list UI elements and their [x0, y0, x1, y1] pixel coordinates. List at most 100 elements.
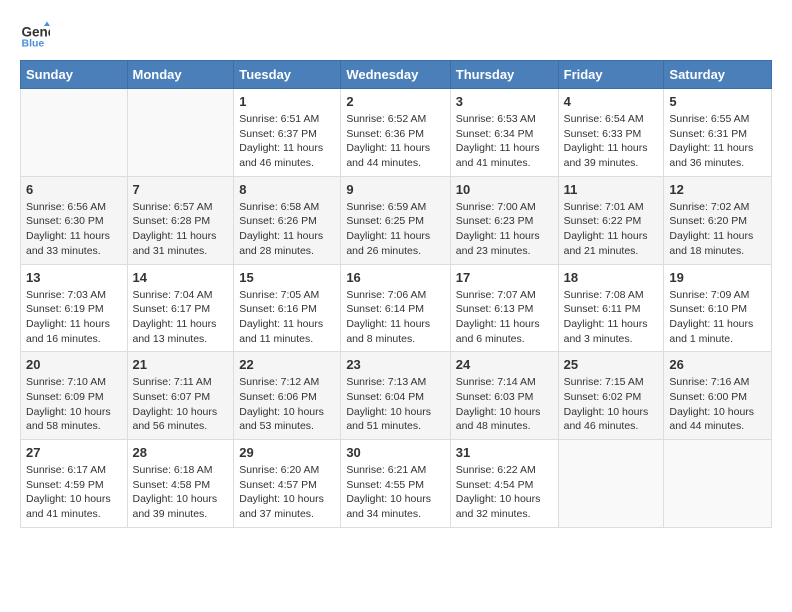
calendar-cell: 2 Sunrise: 6:52 AM Sunset: 6:36 PM Daylig…: [341, 89, 450, 177]
day-number: 12: [669, 182, 766, 197]
calendar-cell: 3 Sunrise: 6:53 AM Sunset: 6:34 PM Daylig…: [450, 89, 558, 177]
header-cell-thursday: Thursday: [450, 61, 558, 89]
calendar-cell: 1 Sunrise: 6:51 AM Sunset: 6:37 PM Daylig…: [234, 89, 341, 177]
day-number: 23: [346, 357, 444, 372]
calendar-cell: 7 Sunrise: 6:57 AM Sunset: 6:28 PM Daylig…: [127, 176, 234, 264]
day-info: Sunrise: 6:18 AM Sunset: 4:58 PM Dayligh…: [133, 463, 229, 522]
day-number: 11: [564, 182, 659, 197]
day-info: Sunrise: 7:11 AM Sunset: 6:07 PM Dayligh…: [133, 375, 229, 434]
calendar-cell: 11 Sunrise: 7:01 AM Sunset: 6:22 PM Dayli…: [558, 176, 664, 264]
day-info: Sunrise: 7:16 AM Sunset: 6:00 PM Dayligh…: [669, 375, 766, 434]
day-number: 22: [239, 357, 335, 372]
calendar-cell: [127, 89, 234, 177]
day-info: Sunrise: 7:05 AM Sunset: 6:16 PM Dayligh…: [239, 288, 335, 347]
calendar-body: 1 Sunrise: 6:51 AM Sunset: 6:37 PM Daylig…: [21, 89, 772, 528]
day-info: Sunrise: 7:10 AM Sunset: 6:09 PM Dayligh…: [26, 375, 122, 434]
calendar-cell: 8 Sunrise: 6:58 AM Sunset: 6:26 PM Daylig…: [234, 176, 341, 264]
day-number: 27: [26, 445, 122, 460]
day-number: 29: [239, 445, 335, 460]
header-cell-wednesday: Wednesday: [341, 61, 450, 89]
calendar-cell: 14 Sunrise: 7:04 AM Sunset: 6:17 PM Dayli…: [127, 264, 234, 352]
logo-icon: General Blue: [20, 20, 50, 50]
calendar-cell: 23Sunrise: 7:13 AM Sunset: 6:04 PM Dayli…: [341, 352, 450, 440]
header-cell-sunday: Sunday: [21, 61, 128, 89]
calendar-row: 27 Sunrise: 6:17 AM Sunset: 4:59 PM Dayli…: [21, 440, 772, 528]
day-number: 16: [346, 270, 444, 285]
calendar-cell: 21 Sunrise: 7:11 AM Sunset: 6:07 PM Dayli…: [127, 352, 234, 440]
calendar-table: SundayMondayTuesdayWednesdayThursdayFrid…: [20, 60, 772, 528]
day-info: Sunrise: 6:58 AM Sunset: 6:26 PM Dayligh…: [239, 200, 335, 259]
day-number: 14: [133, 270, 229, 285]
calendar-cell: 19Sunrise: 7:09 AM Sunset: 6:10 PM Dayli…: [664, 264, 772, 352]
day-number: 17: [456, 270, 553, 285]
calendar-cell: 4 Sunrise: 6:54 AM Sunset: 6:33 PM Daylig…: [558, 89, 664, 177]
calendar-cell: 25Sunrise: 7:15 AM Sunset: 6:02 PM Dayli…: [558, 352, 664, 440]
calendar-cell: 17Sunrise: 7:07 AM Sunset: 6:13 PM Dayli…: [450, 264, 558, 352]
day-number: 31: [456, 445, 553, 460]
day-info: Sunrise: 7:09 AM Sunset: 6:10 PM Dayligh…: [669, 288, 766, 347]
page-header: General Blue: [20, 20, 772, 50]
day-info: Sunrise: 6:59 AM Sunset: 6:25 PM Dayligh…: [346, 200, 444, 259]
calendar-cell: [21, 89, 128, 177]
day-info: Sunrise: 7:00 AM Sunset: 6:23 PM Dayligh…: [456, 200, 553, 259]
day-number: 6: [26, 182, 122, 197]
day-number: 7: [133, 182, 229, 197]
day-info: Sunrise: 7:08 AM Sunset: 6:11 PM Dayligh…: [564, 288, 659, 347]
day-info: Sunrise: 6:51 AM Sunset: 6:37 PM Dayligh…: [239, 112, 335, 171]
day-info: Sunrise: 6:22 AM Sunset: 4:54 PM Dayligh…: [456, 463, 553, 522]
calendar-cell: 13Sunrise: 7:03 AM Sunset: 6:19 PM Dayli…: [21, 264, 128, 352]
day-info: Sunrise: 6:57 AM Sunset: 6:28 PM Dayligh…: [133, 200, 229, 259]
day-number: 18: [564, 270, 659, 285]
day-number: 4: [564, 94, 659, 109]
day-info: Sunrise: 7:06 AM Sunset: 6:14 PM Dayligh…: [346, 288, 444, 347]
calendar-cell: 20Sunrise: 7:10 AM Sunset: 6:09 PM Dayli…: [21, 352, 128, 440]
day-number: 30: [346, 445, 444, 460]
header-cell-saturday: Saturday: [664, 61, 772, 89]
day-info: Sunrise: 6:56 AM Sunset: 6:30 PM Dayligh…: [26, 200, 122, 259]
day-info: Sunrise: 6:53 AM Sunset: 6:34 PM Dayligh…: [456, 112, 553, 171]
logo: General Blue: [20, 20, 54, 50]
calendar-cell: 31 Sunrise: 6:22 AM Sunset: 4:54 PM Dayli…: [450, 440, 558, 528]
day-number: 8: [239, 182, 335, 197]
calendar-row: 6 Sunrise: 6:56 AM Sunset: 6:30 PM Daylig…: [21, 176, 772, 264]
day-number: 21: [133, 357, 229, 372]
calendar-cell: 29 Sunrise: 6:20 AM Sunset: 4:57 PM Dayli…: [234, 440, 341, 528]
day-info: Sunrise: 7:12 AM Sunset: 6:06 PM Dayligh…: [239, 375, 335, 434]
day-number: 1: [239, 94, 335, 109]
day-number: 26: [669, 357, 766, 372]
calendar-cell: 22 Sunrise: 7:12 AM Sunset: 6:06 PM Dayli…: [234, 352, 341, 440]
header-row: SundayMondayTuesdayWednesdayThursdayFrid…: [21, 61, 772, 89]
day-number: 24: [456, 357, 553, 372]
day-info: Sunrise: 7:02 AM Sunset: 6:20 PM Dayligh…: [669, 200, 766, 259]
calendar-cell: 18 Sunrise: 7:08 AM Sunset: 6:11 PM Dayli…: [558, 264, 664, 352]
day-info: Sunrise: 7:04 AM Sunset: 6:17 PM Dayligh…: [133, 288, 229, 347]
day-number: 13: [26, 270, 122, 285]
calendar-cell: 9Sunrise: 6:59 AM Sunset: 6:25 PM Daylig…: [341, 176, 450, 264]
calendar-cell: [558, 440, 664, 528]
calendar-cell: 27 Sunrise: 6:17 AM Sunset: 4:59 PM Dayli…: [21, 440, 128, 528]
day-info: Sunrise: 6:17 AM Sunset: 4:59 PM Dayligh…: [26, 463, 122, 522]
day-info: Sunrise: 6:52 AM Sunset: 6:36 PM Dayligh…: [346, 112, 444, 171]
calendar-cell: [664, 440, 772, 528]
day-number: 10: [456, 182, 553, 197]
day-info: Sunrise: 6:20 AM Sunset: 4:57 PM Dayligh…: [239, 463, 335, 522]
day-info: Sunrise: 7:01 AM Sunset: 6:22 PM Dayligh…: [564, 200, 659, 259]
day-number: 25: [564, 357, 659, 372]
calendar-cell: 26 Sunrise: 7:16 AM Sunset: 6:00 PM Dayli…: [664, 352, 772, 440]
calendar-cell: 10 Sunrise: 7:00 AM Sunset: 6:23 PM Dayli…: [450, 176, 558, 264]
day-info: Sunrise: 6:55 AM Sunset: 6:31 PM Dayligh…: [669, 112, 766, 171]
header-cell-tuesday: Tuesday: [234, 61, 341, 89]
header-cell-monday: Monday: [127, 61, 234, 89]
day-info: Sunrise: 7:14 AM Sunset: 6:03 PM Dayligh…: [456, 375, 553, 434]
day-info: Sunrise: 6:54 AM Sunset: 6:33 PM Dayligh…: [564, 112, 659, 171]
calendar-cell: 5Sunrise: 6:55 AM Sunset: 6:31 PM Daylig…: [664, 89, 772, 177]
day-info: Sunrise: 6:21 AM Sunset: 4:55 PM Dayligh…: [346, 463, 444, 522]
calendar-cell: 12 Sunrise: 7:02 AM Sunset: 6:20 PM Dayli…: [664, 176, 772, 264]
svg-text:Blue: Blue: [22, 37, 45, 49]
calendar-row: 13Sunrise: 7:03 AM Sunset: 6:19 PM Dayli…: [21, 264, 772, 352]
calendar-cell: 24 Sunrise: 7:14 AM Sunset: 6:03 PM Dayli…: [450, 352, 558, 440]
calendar-cell: 6 Sunrise: 6:56 AM Sunset: 6:30 PM Daylig…: [21, 176, 128, 264]
day-number: 2: [346, 94, 444, 109]
day-number: 3: [456, 94, 553, 109]
calendar-cell: 15Sunrise: 7:05 AM Sunset: 6:16 PM Dayli…: [234, 264, 341, 352]
